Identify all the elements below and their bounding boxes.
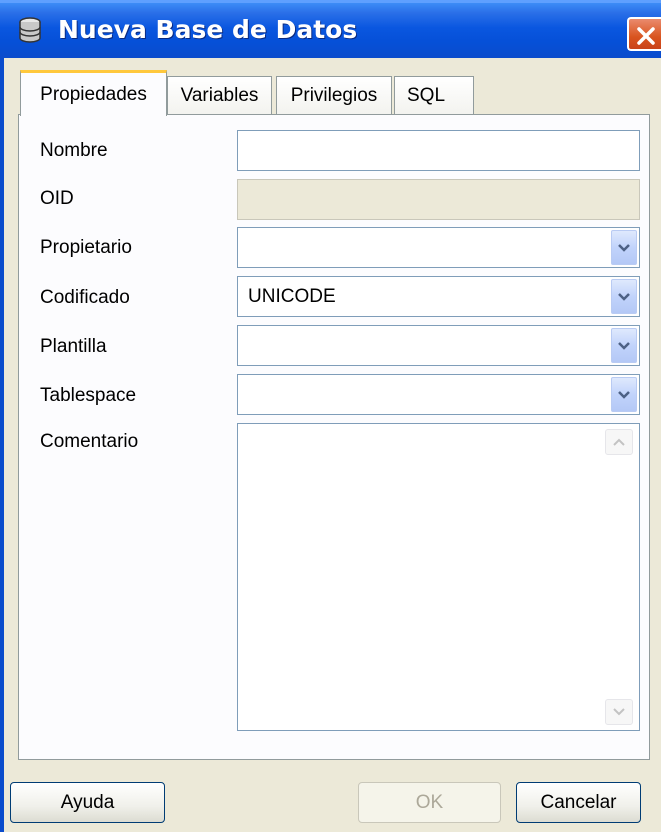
tablespace-select[interactable] bbox=[237, 374, 640, 415]
window-frame-left bbox=[0, 58, 4, 832]
close-icon bbox=[637, 27, 655, 45]
title-bar[interactable]: Nueva Base de Datos bbox=[0, 0, 661, 58]
cancel-button[interactable]: Cancelar bbox=[516, 782, 641, 823]
plantilla-select[interactable] bbox=[237, 325, 640, 366]
window-title: Nueva Base de Datos bbox=[58, 15, 358, 44]
comentario-label: Comentario bbox=[40, 431, 139, 452]
tab-propiedades[interactable]: Propiedades bbox=[20, 70, 167, 116]
tab-variables[interactable]: Variables bbox=[167, 76, 272, 114]
chevron-down-icon[interactable] bbox=[611, 377, 637, 412]
chevron-down-icon[interactable] bbox=[611, 279, 637, 314]
oid-label: OID bbox=[40, 188, 74, 209]
help-button[interactable]: Ayuda bbox=[10, 782, 165, 823]
ok-button[interactable]: OK bbox=[358, 782, 501, 823]
ok-button-label: OK bbox=[415, 791, 444, 813]
chevron-down-icon[interactable] bbox=[611, 230, 637, 265]
nombre-label: Nombre bbox=[40, 140, 108, 161]
nombre-field[interactable] bbox=[237, 130, 640, 171]
codificado-value: UNICODE bbox=[248, 286, 336, 307]
tab-privilegios[interactable]: Privilegios bbox=[276, 76, 392, 114]
scroll-up-icon[interactable] bbox=[605, 429, 633, 455]
help-button-label: Ayuda bbox=[60, 791, 115, 813]
database-icon bbox=[16, 16, 44, 44]
tab-label: Privilegios bbox=[290, 84, 378, 106]
tab-sql[interactable]: SQL bbox=[394, 76, 474, 114]
close-button[interactable] bbox=[627, 17, 661, 51]
scroll-down-icon[interactable] bbox=[605, 699, 633, 725]
chevron-down-icon[interactable] bbox=[611, 328, 637, 363]
plantilla-label: Plantilla bbox=[40, 336, 107, 357]
propietario-select[interactable] bbox=[237, 227, 640, 268]
tab-label: Variables bbox=[180, 84, 259, 106]
codificado-select[interactable]: UNICODE bbox=[237, 276, 640, 317]
cancel-button-label: Cancelar bbox=[540, 791, 617, 813]
tab-label: Propiedades bbox=[40, 83, 147, 105]
propietario-label: Propietario bbox=[40, 237, 132, 258]
comentario-textarea[interactable] bbox=[237, 423, 640, 731]
oid-field bbox=[237, 179, 640, 220]
tab-label: SQL bbox=[407, 84, 446, 106]
codificado-label: Codificado bbox=[40, 287, 130, 308]
tablespace-label: Tablespace bbox=[40, 385, 137, 406]
